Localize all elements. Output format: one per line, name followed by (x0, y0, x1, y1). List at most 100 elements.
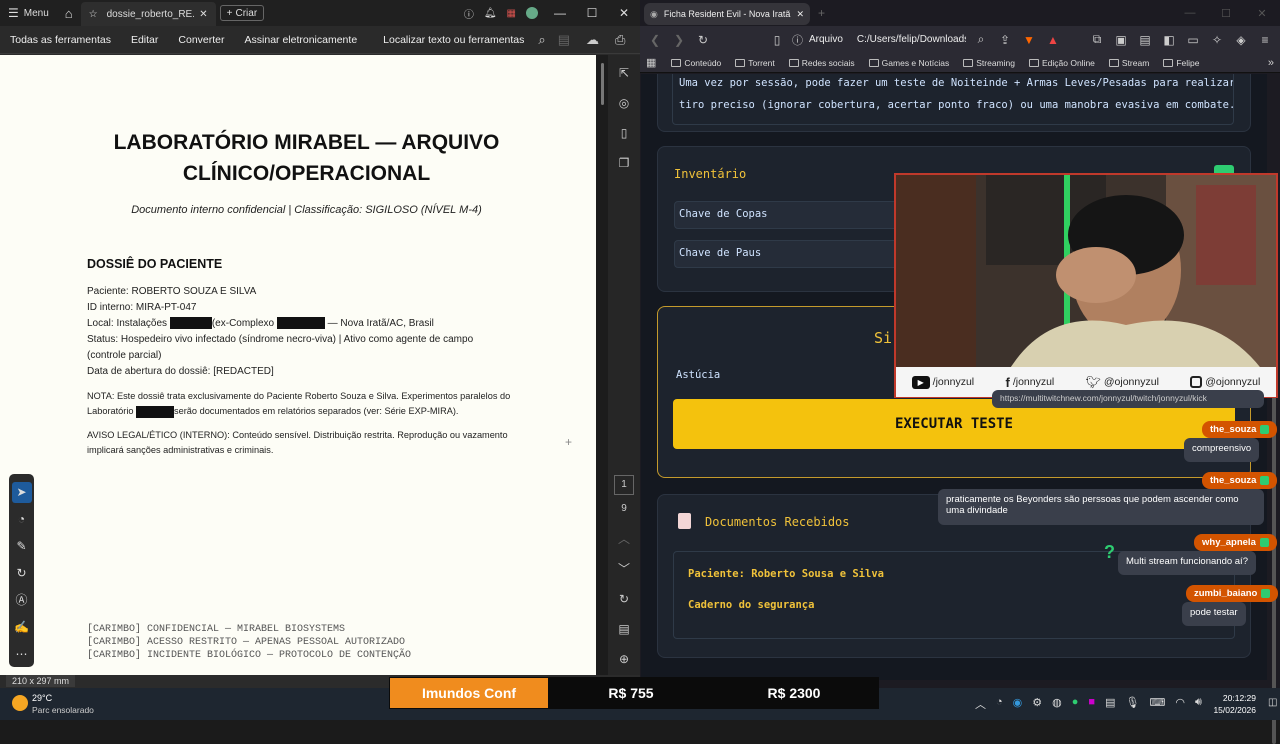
zoom-icon[interactable]: ⌕ (972, 32, 990, 47)
new-tab-icon[interactable]: + (818, 6, 825, 20)
vpn-icon[interactable]: ◈ (1232, 33, 1250, 47)
bookmark-icon[interactable]: ▯ (768, 33, 786, 47)
forward-icon[interactable]: ❯ (670, 33, 688, 47)
bookmark-folder[interactable]: Redes sociais (784, 58, 860, 68)
select-pointer-icon[interactable]: ➤ (11, 482, 32, 503)
save-icon[interactable]: ▤ (550, 32, 578, 48)
wifi-icon[interactable]: ◠ (1175, 696, 1185, 712)
tray-app-icon[interactable]: ▤ (1105, 696, 1115, 712)
bookmark-folder[interactable]: Stream (1104, 58, 1154, 68)
close-window-icon[interactable]: ✕ (1244, 7, 1280, 20)
tray-chevron-up-icon[interactable]: ︿ (975, 696, 986, 712)
tray-app-icon[interactable]: ◔ (996, 696, 1003, 712)
print-icon[interactable]: ⎙ (607, 32, 633, 48)
back-icon[interactable]: ❮ (646, 33, 664, 47)
clock-date[interactable]: 15/02/2026 (1206, 705, 1256, 715)
chevron-down-icon[interactable]: ﹀ (612, 557, 636, 581)
brave-shield-icon[interactable]: ▼ (1020, 33, 1038, 47)
text-select-icon[interactable]: Ⓐ (12, 590, 32, 611)
signature-icon[interactable]: ✍ (12, 617, 32, 638)
ticker-label: Imundos Conf (390, 678, 548, 708)
tray-app-icon[interactable]: ● (1072, 696, 1079, 712)
upload-cloud-icon[interactable]: ☁ (578, 32, 607, 48)
apps-icon[interactable]: ▦ (646, 56, 656, 69)
comment-icon[interactable]: ◔ (12, 509, 32, 530)
ability-textarea[interactable]: Uma vez por sessão, pode fazer um teste … (672, 74, 1234, 125)
inventory-item[interactable]: Chave de Copas (674, 201, 904, 229)
close-icon[interactable]: ✕ (199, 9, 207, 20)
more-bookmarks-icon[interactable]: » (1268, 57, 1274, 69)
bookmark-folder[interactable]: Edição Online (1024, 58, 1100, 68)
tray-app-icon[interactable]: ⚙ (1032, 696, 1042, 712)
lasso-icon[interactable]: ↻ (12, 563, 32, 584)
close-window-icon[interactable]: ✕ (608, 6, 640, 20)
bookmark-folder[interactable]: Conteúdo (666, 58, 726, 68)
wallet-icon[interactable]: ▭ (1184, 33, 1202, 47)
convert-button[interactable]: Converter (168, 34, 234, 46)
avatar[interactable] (526, 7, 538, 19)
microphone-icon[interactable]: 🎙︎ (1125, 696, 1139, 712)
address-bar[interactable]: ⓘ Arquivo C:/Users/felip/Downloads/playe… (792, 32, 966, 48)
reload-icon[interactable]: ↻ (694, 33, 712, 47)
screenshot-icon[interactable]: ▣ (1112, 33, 1130, 47)
maximize-icon[interactable]: ☐ (576, 6, 608, 20)
tray-app-icon[interactable]: ◉ (1013, 696, 1023, 712)
more-tools-icon[interactable]: ⋯ (12, 644, 32, 665)
sign-button[interactable]: Assinar eletronicamente (235, 34, 368, 46)
rewards-icon[interactable]: ▲ (1044, 33, 1062, 47)
inventory-item[interactable]: Chave de Paus (674, 240, 904, 268)
search-icon[interactable]: ⌕ (534, 32, 549, 48)
apps-grid-icon[interactable]: ▦ (507, 8, 516, 19)
bookmark-panel-icon[interactable]: ▯ (612, 121, 636, 145)
create-label: Criar (235, 7, 258, 19)
ai-icon[interactable]: ✧ (1208, 33, 1226, 47)
minimize-icon[interactable]: — (544, 6, 576, 20)
minimize-icon[interactable]: — (1172, 7, 1208, 19)
chat-message: pode testar (1182, 602, 1246, 626)
rotate-icon[interactable]: ↻ (612, 587, 636, 611)
bell-icon[interactable]: 🔔︎ (484, 8, 497, 19)
browser-tab[interactable]: ◉ Ficha Resident Evil - Nova Iratã ✕ (644, 3, 810, 25)
notification-icon[interactable]: ◫ (1268, 697, 1277, 708)
hamburger-icon: ☰ (8, 6, 19, 20)
maximize-icon[interactable]: ☐ (1208, 7, 1244, 20)
browser-menu-icon[interactable]: ≡ (1256, 33, 1274, 47)
clock-time[interactable]: 20:12:29 (1206, 693, 1256, 703)
pages-panel-icon[interactable]: ❐ (612, 151, 636, 175)
tray-app-icon[interactable]: ■ (1088, 696, 1095, 712)
search-tools-input[interactable]: Localizar texto ou ferramentas (373, 34, 534, 46)
all-tools-button[interactable]: Todas as ferramentas (0, 34, 121, 46)
pdf-scrollbar[interactable] (596, 55, 608, 675)
verified-icon (1260, 424, 1270, 434)
chevron-up-icon[interactable]: ︿ (612, 527, 636, 551)
folder-icon (735, 58, 746, 67)
export-pdf-icon[interactable]: ⇱ (612, 61, 636, 85)
extensions-icon[interactable]: ⧉ (1088, 32, 1106, 47)
pdf-tab[interactable]: ☆ dossie_roberto_RE... ✕ (80, 2, 216, 26)
bookmark-folder[interactable]: Games e Notícias (864, 58, 955, 68)
bookmark-folder[interactable]: Streaming (958, 58, 1020, 68)
current-page-field[interactable]: 1 (614, 475, 634, 495)
home-button[interactable]: ⌂ (57, 0, 81, 26)
network-icon[interactable]: ⌨ (1149, 696, 1165, 712)
url-text[interactable]: C:/Users/felip/Downloads/player%20... (857, 34, 966, 45)
edit-button[interactable]: Editar (121, 34, 168, 46)
bookmark-folder[interactable]: Torrent (730, 58, 779, 68)
tab-manager-icon[interactable]: ▤ (1136, 33, 1154, 47)
bookmark-folder[interactable]: Felipe (1158, 58, 1204, 68)
comment-panel-icon[interactable]: ◎ (612, 91, 636, 115)
document-link[interactable]: Caderno do segurança (688, 599, 814, 611)
close-tab-icon[interactable]: ✕ (796, 9, 804, 20)
document-link[interactable]: Paciente: Roberto Sousa e Silva (688, 568, 884, 580)
attribute-select[interactable]: Astúcia (676, 369, 720, 381)
tray-steam-icon[interactable]: ◍ (1052, 696, 1062, 712)
sidebar-icon[interactable]: ◧ (1160, 33, 1178, 47)
zoom-in-icon[interactable]: ⊕ (612, 647, 636, 671)
volume-icon[interactable]: 🔊︎ (1195, 696, 1202, 712)
menu-button[interactable]: ☰ Menu (0, 0, 57, 26)
help-icon[interactable]: ⓘ (464, 6, 474, 21)
create-button[interactable]: + Criar (216, 0, 269, 26)
page-view-icon[interactable]: ▤ (612, 617, 636, 641)
pen-icon[interactable]: ✎ (12, 536, 32, 557)
share-icon[interactable]: ⇪ (996, 33, 1014, 47)
